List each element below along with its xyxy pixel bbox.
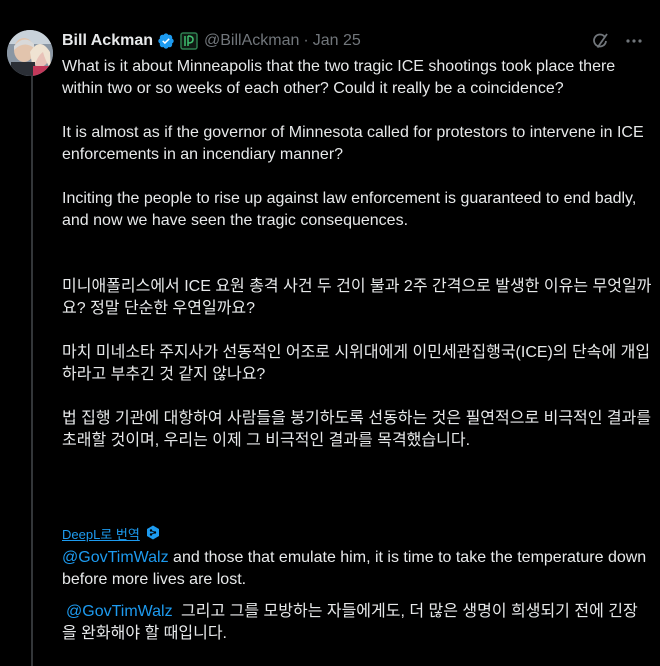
thread-connector-line	[31, 66, 33, 666]
post-paragraph-en: It is almost as if the governor of Minne…	[62, 124, 644, 163]
mention-link[interactable]: @GovTimWalz	[62, 603, 177, 620]
post-paragraph-ko: 미니애폴리스에서 ICE 요원 총격 사건 두 건이 불과 2주 간격으로 발생…	[62, 278, 652, 317]
translate-link[interactable]: DeepL로 번역	[62, 524, 140, 543]
author-name[interactable]: Bill Ackman	[62, 32, 153, 50]
separator-dot: ·	[303, 32, 309, 49]
affiliate-badge-icon[interactable]	[180, 32, 198, 50]
post-date[interactable]: Jan 25	[313, 32, 361, 50]
grok-icon[interactable]	[590, 31, 610, 51]
more-options-icon[interactable]	[624, 31, 644, 51]
post-header: Bill Ackman @BillAckman · Jan 25	[62, 30, 644, 52]
post-paragraph-ko: 법 집행 기관에 대항하여 사람들을 봉기하도록 선동하는 것은 필연적으로 비…	[62, 410, 652, 449]
deepl-logo-icon	[146, 525, 160, 543]
post-paragraph-en: Inciting the people to rise up against l…	[62, 190, 637, 229]
reply-text-en: @GovTimWalz and those that emulate him, …	[62, 547, 652, 591]
avatar[interactable]	[7, 30, 53, 76]
author-handle[interactable]: @BillAckman	[204, 32, 299, 50]
translation-attribution: DeepL로 번역	[62, 524, 160, 543]
reply-text-ko: @GovTimWalz 그리고 그를 모방하는 자들에게도, 더 많은 생명이 …	[62, 601, 652, 645]
post-paragraph-en: What is it about Minneapolis that the tw…	[62, 58, 616, 97]
post-body: What is it about Minneapolis that the tw…	[62, 56, 652, 474]
mention-link[interactable]: @GovTimWalz	[62, 549, 169, 566]
verified-badge-icon	[157, 32, 175, 50]
translated-body: 미니애폴리스에서 ICE 요원 총격 사건 두 건이 불과 2주 간격으로 발생…	[62, 276, 652, 452]
avatar-image	[7, 30, 53, 76]
post-paragraph-ko: 마치 미네소타 주지사가 선동적인 어조로 시위대에게 이민세관집행국(ICE)…	[62, 344, 651, 383]
